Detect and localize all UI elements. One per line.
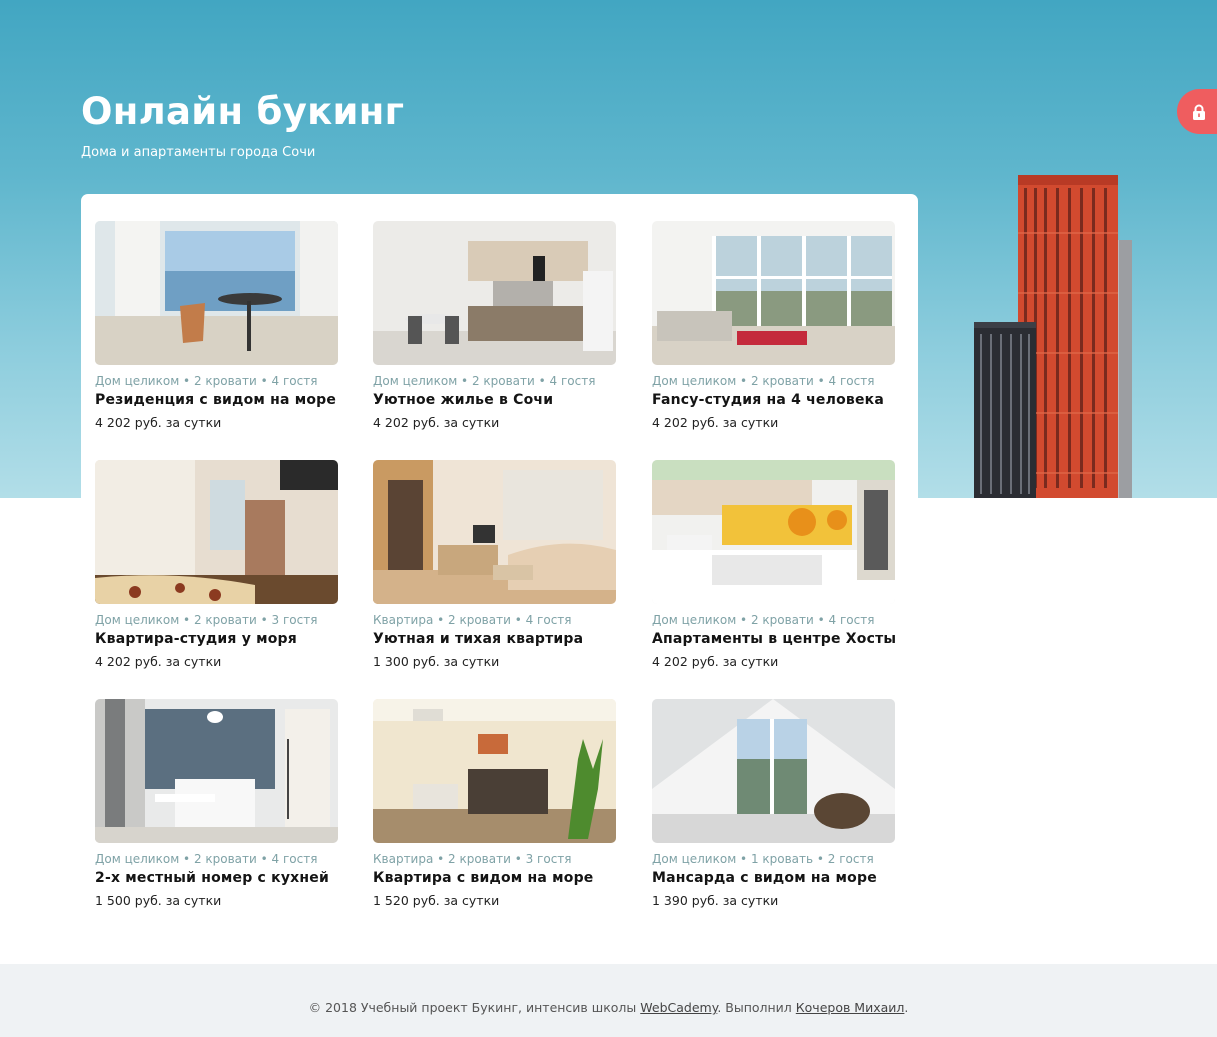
footer: © 2018 Учебный проект Букинг, интенсив ш… xyxy=(0,964,1217,1037)
listing-photo[interactable] xyxy=(95,460,338,604)
listing-photo[interactable] xyxy=(373,221,616,365)
listing-photo[interactable] xyxy=(95,221,338,365)
listing-price: 1 500 руб. за сутки xyxy=(95,893,222,908)
listing-meta: Дом целиком • 1 кровать • 2 гостя xyxy=(652,852,874,866)
footer-text-before: © 2018 Учебный проект Букинг, интенсив ш… xyxy=(308,1000,641,1015)
listing-price: 4 202 руб. за сутки xyxy=(373,415,500,430)
listing-title[interactable]: Мансарда с видом на море xyxy=(652,870,895,886)
page-subtitle: Дома и апартаменты города Сочи xyxy=(81,145,316,160)
listing-photo[interactable] xyxy=(652,460,895,604)
listing-card[interactable]: Дом целиком • 2 кровати • 4 гостя Fancy-… xyxy=(652,221,895,430)
listing-photo[interactable] xyxy=(373,460,616,604)
footer-text-after: . xyxy=(904,1000,909,1015)
listing-card[interactable]: Дом целиком • 2 кровати • 4 гостя Апарта… xyxy=(652,460,896,669)
listing-photo[interactable] xyxy=(652,221,895,365)
listing-title[interactable]: Апартаменты в центре Хосты xyxy=(652,631,896,647)
listing-meta: Дом целиком • 2 кровати • 4 гостя xyxy=(652,374,875,388)
listing-title[interactable]: Уютное жилье в Сочи xyxy=(373,392,616,408)
footer-text: © 2018 Учебный проект Букинг, интенсив ш… xyxy=(0,1000,1217,1015)
listing-price: 4 202 руб. за сутки xyxy=(652,654,779,669)
footer-text-middle: . Выполнил xyxy=(717,1000,796,1015)
listing-title[interactable]: Резиденция с видом на море xyxy=(95,392,338,408)
listing-title[interactable]: Уютная и тихая квартира xyxy=(373,631,616,647)
author-link[interactable]: Кочеров Михаил xyxy=(796,1000,905,1015)
building-illustration xyxy=(974,175,1132,498)
listing-price: 1 300 руб. за сутки xyxy=(373,654,500,669)
listing-card[interactable]: Квартира • 2 кровати • 3 гостя Квартира … xyxy=(373,699,616,908)
listings-panel: Дом целиком • 2 кровати • 4 гостя Резиде… xyxy=(81,194,918,934)
lock-icon xyxy=(1193,104,1205,120)
listing-card[interactable]: Квартира • 2 кровати • 4 гостя Уютная и … xyxy=(373,460,616,669)
listing-meta: Дом целиком • 2 кровати • 3 гостя xyxy=(95,613,318,627)
listing-card[interactable]: Дом целиком • 2 кровати • 4 гостя Резиде… xyxy=(95,221,338,430)
listing-photo[interactable] xyxy=(95,699,338,843)
listing-meta: Дом целиком • 2 кровати • 4 гостя xyxy=(373,374,596,388)
listing-meta: Квартира • 2 кровати • 3 гостя xyxy=(373,852,572,866)
login-button[interactable] xyxy=(1177,89,1217,134)
webcademy-link[interactable]: WebCademy xyxy=(640,1000,717,1015)
listing-price: 1 390 руб. за сутки xyxy=(652,893,779,908)
listing-price: 4 202 руб. за сутки xyxy=(652,415,779,430)
listing-photo[interactable] xyxy=(373,699,616,843)
page-title: Онлайн букинг xyxy=(81,90,405,133)
listing-card[interactable]: Дом целиком • 2 кровати • 3 гостя Кварти… xyxy=(95,460,338,669)
listing-card[interactable]: Дом целиком • 1 кровать • 2 гостя Мансар… xyxy=(652,699,895,908)
listing-meta: Дом целиком • 2 кровати • 4 гостя xyxy=(95,374,318,388)
listing-title[interactable]: 2-х местный номер с кухней xyxy=(95,870,338,886)
listing-price: 4 202 руб. за сутки xyxy=(95,654,222,669)
listing-title[interactable]: Fancy-студия на 4 человека xyxy=(652,392,895,408)
listing-photo[interactable] xyxy=(652,699,895,843)
listing-card[interactable]: Дом целиком • 2 кровати • 4 гостя Уютное… xyxy=(373,221,616,430)
listing-card[interactable]: Дом целиком • 2 кровати • 4 гостя 2-х ме… xyxy=(95,699,338,908)
listing-title[interactable]: Квартира с видом на море xyxy=(373,870,616,886)
listing-price: 4 202 руб. за сутки xyxy=(95,415,222,430)
listing-meta: Квартира • 2 кровати • 4 гостя xyxy=(373,613,572,627)
listing-price: 1 520 руб. за сутки xyxy=(373,893,500,908)
listing-meta: Дом целиком • 2 кровати • 4 гостя xyxy=(95,852,318,866)
listing-meta: Дом целиком • 2 кровати • 4 гостя xyxy=(652,613,875,627)
listing-title[interactable]: Квартира-студия у моря xyxy=(95,631,338,647)
